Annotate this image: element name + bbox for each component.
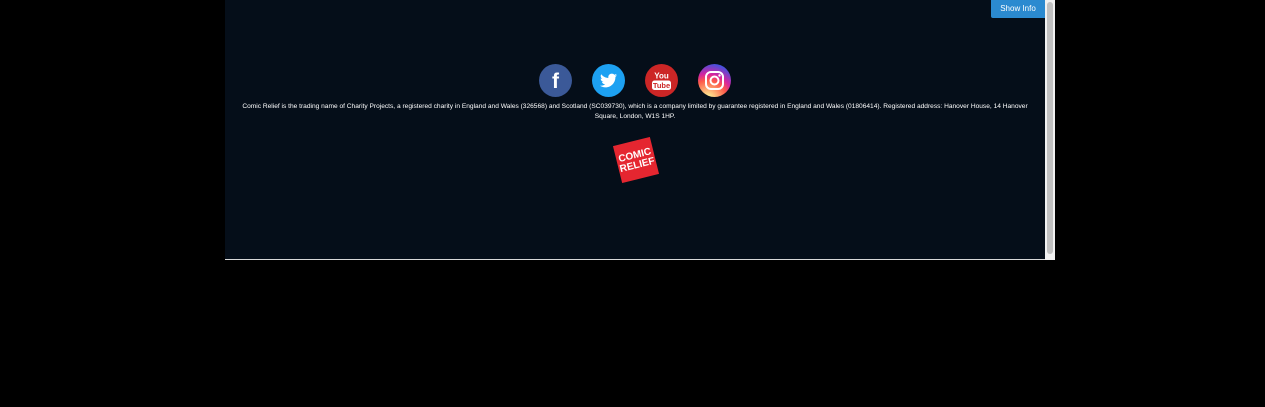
- youtube-link[interactable]: You Tube: [645, 64, 678, 97]
- frame-border: [225, 259, 1055, 260]
- social-links: f You Tube: [538, 64, 733, 98]
- scrollbar-thumb[interactable]: [1047, 2, 1053, 254]
- legal-text: Comic Relief is the trading name of Char…: [242, 103, 1028, 120]
- instagram-icon: [705, 71, 724, 90]
- youtube-icon: You Tube: [652, 72, 671, 90]
- footer-section: Show Info f You Tube Comic Relief is the…: [225, 0, 1045, 259]
- svg-text:f: f: [552, 70, 560, 93]
- show-info-button[interactable]: Show Info: [991, 0, 1045, 18]
- comic-relief-logo[interactable]: COMIC RELIEF: [612, 136, 660, 184]
- facebook-icon: f: [552, 70, 560, 93]
- comic-relief-logo-icon: COMIC RELIEF: [612, 136, 660, 184]
- vertical-scrollbar[interactable]: [1045, 0, 1055, 260]
- svg-text:Tube: Tube: [653, 81, 670, 90]
- twitter-link[interactable]: [592, 64, 625, 97]
- instagram-link[interactable]: [698, 64, 731, 97]
- twitter-icon: [600, 73, 617, 88]
- embedded-frame: Show Info f You Tube Comic Relief is the…: [225, 0, 1055, 260]
- facebook-link[interactable]: f: [539, 64, 572, 97]
- svg-text:You: You: [654, 72, 669, 81]
